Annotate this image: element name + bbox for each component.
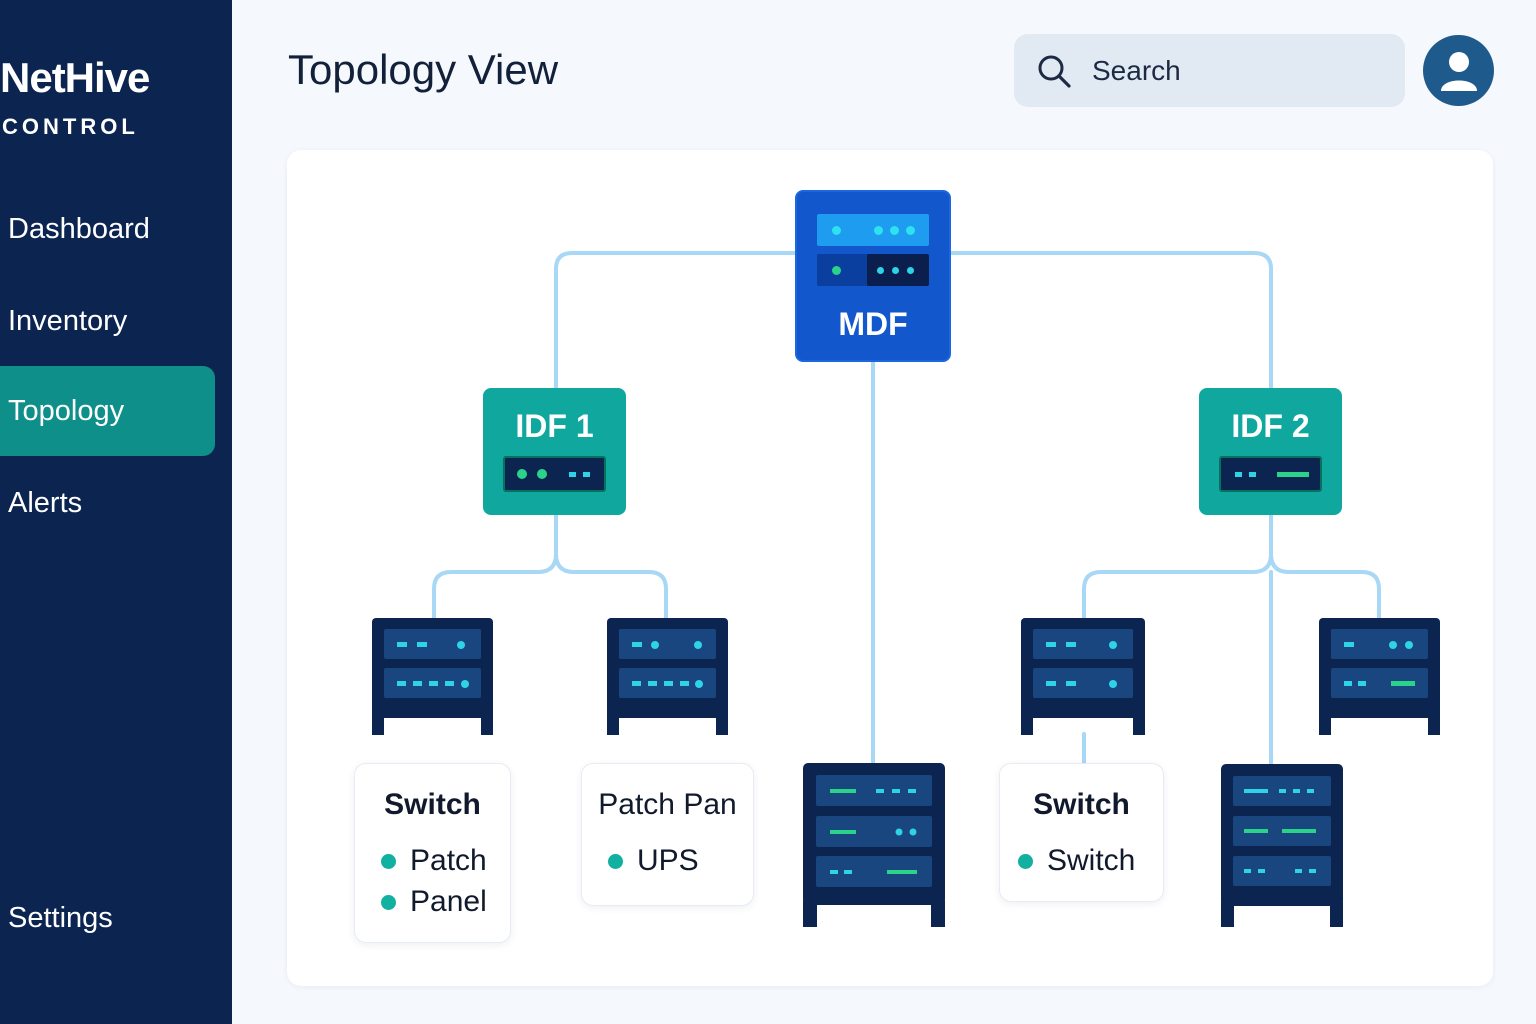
- status-dot-icon: [1018, 853, 1033, 869]
- device-card[interactable]: Switch Patch Panel: [354, 763, 511, 943]
- led-icon: [569, 472, 576, 477]
- led-icon: [907, 267, 914, 274]
- led-icon: [537, 469, 547, 479]
- list-item-label: Patch: [410, 844, 487, 877]
- device-card[interactable]: Patch Pan UPS: [581, 763, 754, 906]
- rack-icon[interactable]: [372, 618, 493, 735]
- link-mdf-idf1: [554, 251, 797, 390]
- device-card[interactable]: Switch Switch: [999, 763, 1164, 902]
- rack-icon[interactable]: [1319, 618, 1440, 735]
- led-icon: [1277, 472, 1309, 477]
- led-icon: [874, 226, 883, 235]
- list-item: Panel: [381, 885, 487, 919]
- led-icon: [877, 267, 884, 274]
- idf1-panel: [503, 456, 606, 492]
- led-icon: [517, 469, 527, 479]
- status-dot-icon: [608, 853, 623, 869]
- mdf-label: MDF: [838, 306, 908, 342]
- list-item: UPS: [608, 844, 699, 878]
- led-icon: [832, 226, 841, 235]
- led-icon: [832, 266, 841, 275]
- mdf-node[interactable]: MDF: [795, 190, 951, 362]
- led-icon: [892, 267, 899, 274]
- rack-icon[interactable]: [1021, 618, 1145, 735]
- link-idf1-rack-b: [554, 552, 668, 620]
- card-title: Switch: [384, 788, 481, 821]
- led-icon: [1249, 472, 1256, 477]
- led-icon: [583, 472, 590, 477]
- idf1-label: IDF 1: [515, 408, 594, 444]
- status-dot-icon: [381, 853, 396, 869]
- link-idf1-rack-a: [432, 512, 558, 620]
- list-item: Switch: [1018, 844, 1135, 878]
- idf2-node[interactable]: IDF 2: [1199, 388, 1342, 515]
- link-idf2-rack-c: [1082, 512, 1273, 620]
- led-icon: [1235, 472, 1242, 477]
- list-item: Patch: [381, 844, 487, 878]
- card-title: Switch: [1033, 788, 1130, 821]
- list-item-label: Switch: [1047, 844, 1136, 877]
- idf2-panel: [1219, 456, 1322, 492]
- link-mdf-idf2: [949, 251, 1273, 390]
- status-dot-icon: [381, 894, 396, 910]
- card-title: Patch Pan: [598, 788, 737, 821]
- led-icon: [890, 226, 899, 235]
- list-item-label: UPS: [637, 844, 699, 877]
- rack-icon[interactable]: [607, 618, 728, 735]
- led-icon: [906, 226, 915, 235]
- link-idf2-rack-d: [1269, 552, 1381, 620]
- list-item-label: Panel: [410, 885, 487, 918]
- rack-icon[interactable]: [1221, 764, 1343, 927]
- idf2-label: IDF 2: [1231, 408, 1310, 444]
- idf1-node[interactable]: IDF 1: [483, 388, 626, 515]
- rack-icon[interactable]: [803, 763, 945, 927]
